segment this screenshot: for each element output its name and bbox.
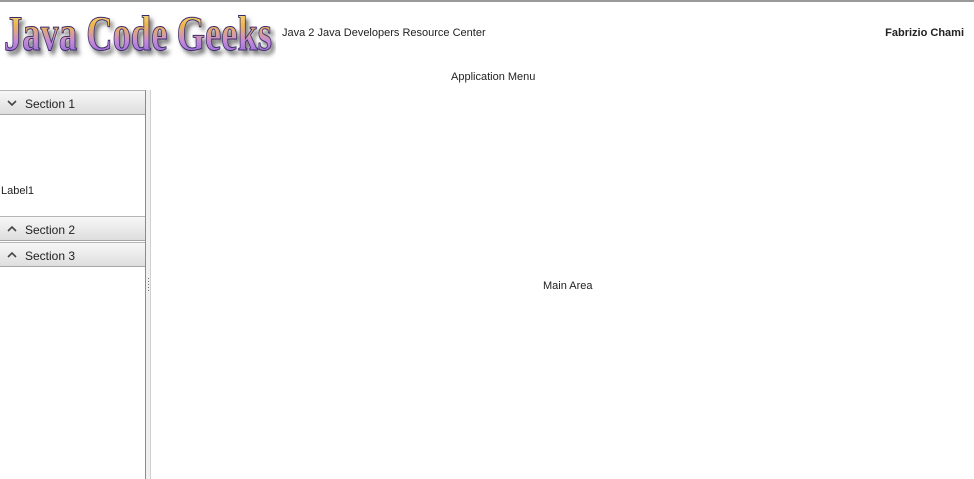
grip-icon: [148, 278, 149, 291]
section-3-header[interactable]: Section 3: [0, 242, 145, 267]
splitter-handle[interactable]: [146, 90, 151, 479]
site-tagline: Java 2 Java Developers Resource Center: [282, 27, 486, 39]
chevron-down-icon: [7, 100, 17, 107]
user-name: Fabrizio Chami: [885, 27, 964, 39]
main-area: Main Area: [152, 90, 974, 479]
svg-text:Java Code Geeks: Java Code Geeks: [4, 5, 272, 60]
section-1-label: Section 1: [25, 97, 76, 111]
chevron-up-icon: [7, 251, 17, 258]
main-area-label: Main Area: [543, 280, 593, 292]
top-border: [0, 0, 974, 2]
label1-text: Label1: [1, 185, 35, 197]
section-2-header[interactable]: Section 2: [0, 216, 145, 241]
section-1-header[interactable]: Section 1: [0, 90, 145, 115]
section-1-body: Label1: [0, 115, 145, 216]
section-2-label: Section 2: [25, 223, 76, 237]
java-code-geeks-logo: Java Code Geeks: [4, 5, 273, 61]
application-menu[interactable]: Application Menu: [451, 71, 535, 83]
sidebar-accordion: Section 1 Label1 Section 2 Section 3: [0, 90, 146, 479]
section-3-label: Section 3: [25, 249, 76, 263]
chevron-up-icon: [7, 225, 17, 232]
